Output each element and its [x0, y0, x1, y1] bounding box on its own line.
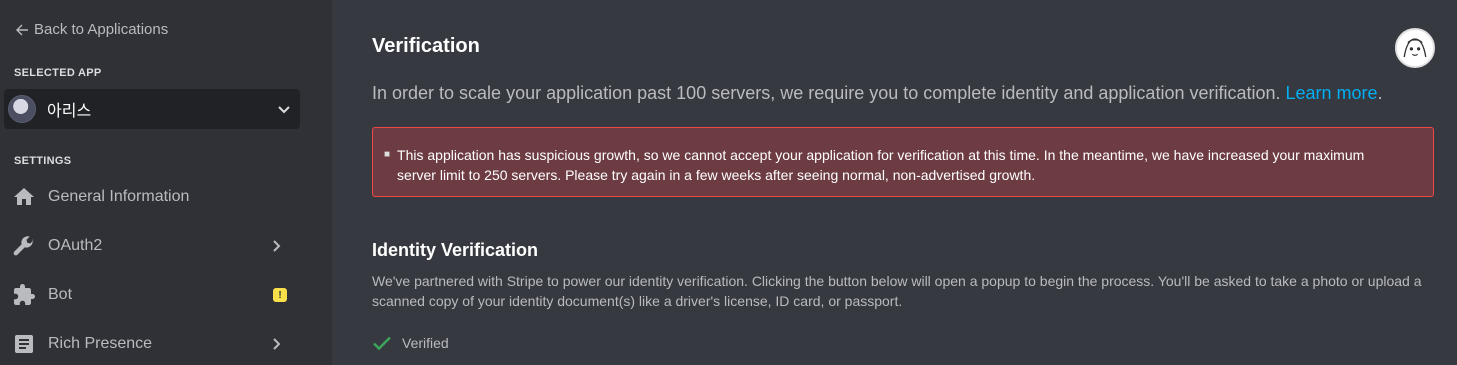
sidebar-item-rich-presence[interactable]: Rich Presence: [0, 324, 300, 364]
app-selector-dropdown[interactable]: 아리스: [4, 89, 300, 129]
sidebar-item-bot[interactable]: Bot !: [0, 275, 300, 315]
intro-text: In order to scale your application past …: [372, 83, 1383, 104]
sidebar: Back to Applications SELECTED APP 아리스 SE…: [0, 0, 332, 365]
main-content: Verification In order to scale your appl…: [332, 0, 1457, 365]
chevron-right-icon: [273, 338, 281, 350]
error-message: This application has suspicious growth, …: [397, 147, 1365, 183]
verified-status: Verified: [372, 333, 449, 353]
sidebar-item-oauth2[interactable]: OAuth2: [0, 226, 300, 266]
sidebar-item-label: Bot: [48, 286, 73, 303]
intro-body: In order to scale your application past …: [372, 83, 1281, 103]
puzzle-icon: [14, 284, 35, 305]
checkmark-icon: [373, 336, 391, 351]
identity-verification-title: Identity Verification: [372, 240, 539, 260]
identity-verification-description: We've partnered with Stripe to power our…: [372, 273, 1422, 309]
back-link-label: Back to Applications: [34, 21, 169, 38]
document-icon: [15, 335, 33, 353]
sidebar-item-label: General Information: [48, 188, 190, 205]
page-title: Verification: [372, 35, 480, 57]
intro-end: .: [1377, 83, 1383, 103]
arrow-left-icon: [16, 24, 28, 35]
wrench-icon: [13, 236, 34, 256]
user-avatar[interactable]: [1395, 28, 1435, 68]
warning-badge: !: [273, 288, 287, 302]
chevron-down-icon: [278, 106, 290, 114]
verified-label: Verified: [402, 335, 449, 351]
bullet-icon: ■: [384, 149, 391, 160]
selected-app-header: SELECTED APP: [14, 67, 102, 79]
back-to-applications-link[interactable]: Back to Applications: [15, 21, 168, 38]
home-icon: [14, 188, 34, 205]
app-name: 아리스: [47, 101, 92, 120]
app-avatar: [8, 95, 36, 123]
error-alert: ■ This application has suspicious growth…: [372, 127, 1434, 197]
learn-more-link[interactable]: Learn more: [1286, 83, 1378, 103]
sidebar-item-label: Rich Presence: [48, 335, 153, 352]
sidebar-item-label: OAuth2: [48, 237, 103, 254]
settings-header: SETTINGS: [14, 155, 72, 167]
chevron-right-icon: [273, 240, 281, 252]
avatar-drawing-icon: [1397, 30, 1433, 66]
sidebar-item-general-information[interactable]: General Information: [0, 177, 300, 217]
